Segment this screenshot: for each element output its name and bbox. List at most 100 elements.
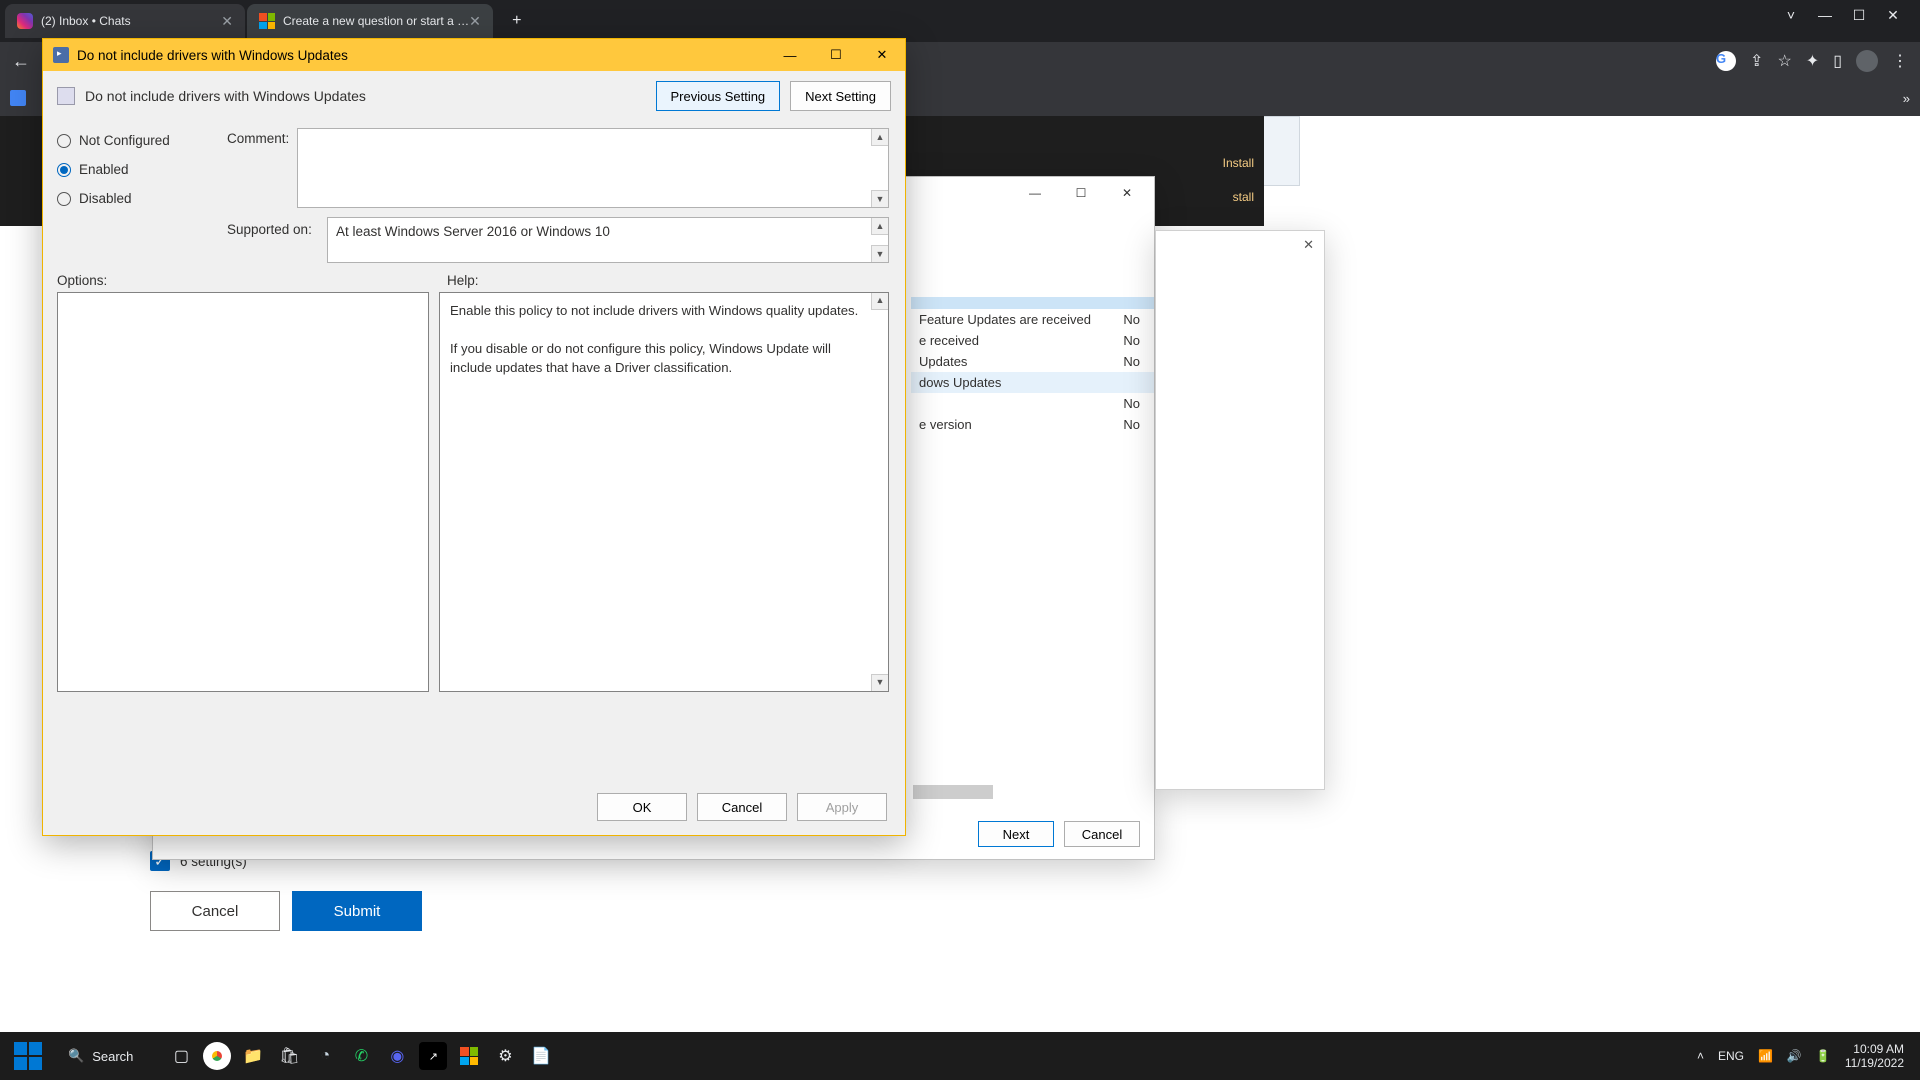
maximize-icon[interactable]: ☐ <box>1852 8 1866 22</box>
radio-not-configured[interactable]: Not Configured <box>57 133 217 148</box>
scroll-up-icon[interactable]: ▲ <box>871 293 888 310</box>
close-icon[interactable]: ✕ <box>1303 237 1314 253</box>
tab-title: (2) Inbox • Chats <box>41 14 131 28</box>
close-icon[interactable]: ✕ <box>1104 179 1150 207</box>
discord-icon[interactable]: ◉ <box>383 1042 411 1070</box>
search-icon: 🔍 <box>68 1048 84 1064</box>
back-button[interactable]: ← <box>12 51 40 72</box>
microsoft-icon <box>259 13 275 29</box>
google-account-icon[interactable]: G <box>1716 51 1736 71</box>
supported-on-label: Supported on: <box>227 218 312 237</box>
taskbar: 🔍 Search ▢ 📁 🛍 ◔ ✆ ◉ ↗ ⚙ 📄 ˄ ENG <box>0 1032 1920 1080</box>
maximize-icon[interactable]: ☐ <box>813 39 859 71</box>
tab-close-icon[interactable]: ✕ <box>469 13 481 30</box>
policy-dialog-title: Do not include drivers with Windows Upda… <box>77 48 348 63</box>
battery-icon[interactable]: 🔋 <box>1816 1049 1831 1063</box>
extensions-icon[interactable]: ✦ <box>1806 51 1819 71</box>
radio-label: Not Configured <box>79 133 170 148</box>
taskbar-search[interactable]: 🔍 Search <box>56 1044 145 1068</box>
policy-row[interactable]: UpdatesNo <box>911 351 1154 372</box>
radio-label: Enabled <box>79 162 129 177</box>
scroll-up-icon[interactable]: ▲ <box>871 129 888 146</box>
minimize-icon[interactable]: — <box>767 39 813 71</box>
radio-label: Disabled <box>79 191 132 206</box>
bookmark-icon <box>10 90 26 106</box>
scrollbar-thumb[interactable] <box>913 785 993 799</box>
file-explorer-icon[interactable]: 📁 <box>239 1042 267 1070</box>
policy-row[interactable]: Feature Updates are receivedNo <box>911 309 1154 330</box>
amd-icon[interactable]: ↗ <box>419 1042 447 1070</box>
radio-icon <box>57 134 71 148</box>
whatsapp-icon[interactable]: ✆ <box>347 1042 375 1070</box>
wifi-icon[interactable]: 📶 <box>1758 1049 1773 1063</box>
microsoft-icon[interactable] <box>455 1042 483 1070</box>
scroll-down-icon[interactable]: ▼ <box>871 674 888 691</box>
chevron-down-icon[interactable]: ˅ <box>1784 8 1798 22</box>
page-cancel-button[interactable]: Cancel <box>150 891 280 931</box>
mmc-next-button[interactable]: Next <box>978 821 1054 847</box>
clock-time: 10:09 AM <box>1845 1042 1904 1056</box>
profile-avatar-icon[interactable] <box>1856 50 1878 72</box>
language-indicator[interactable]: ENG <box>1718 1049 1744 1063</box>
policy-dialog: Do not include drivers with Windows Upda… <box>42 38 906 836</box>
notepad-icon[interactable]: 📄 <box>527 1042 555 1070</box>
comment-label: Comment: <box>227 127 289 146</box>
next-setting-button[interactable]: Next Setting <box>790 81 891 111</box>
chrome-icon[interactable] <box>203 1042 231 1070</box>
policy-row[interactable]: No <box>911 393 1154 414</box>
policy-row[interactable]: e versionNo <box>911 414 1154 435</box>
scroll-down-icon[interactable]: ▼ <box>871 245 888 262</box>
scroll-up-icon[interactable]: ▲ <box>871 218 888 235</box>
close-icon[interactable]: ✕ <box>859 39 905 71</box>
close-icon[interactable]: ✕ <box>1886 8 1900 22</box>
help-pane: Enable this policy to not include driver… <box>439 292 889 692</box>
column-header[interactable] <box>911 297 1154 309</box>
bookmarks-overflow-icon[interactable]: » <box>1903 91 1910 106</box>
policy-row[interactable]: e receivedNo <box>911 330 1154 351</box>
browser-tab[interactable]: Create a new question or start a … ✕ <box>247 4 493 38</box>
ok-button[interactable]: OK <box>597 793 687 821</box>
new-tab-button[interactable]: + <box>503 7 531 35</box>
radio-icon <box>57 163 71 177</box>
ms-store-icon[interactable]: 🛍 <box>275 1042 303 1070</box>
steam-icon[interactable]: ◔ <box>311 1042 339 1070</box>
radio-enabled[interactable]: Enabled <box>57 162 217 177</box>
policy-dialog-titlebar[interactable]: Do not include drivers with Windows Upda… <box>43 39 905 71</box>
minimize-icon[interactable]: — <box>1818 8 1832 22</box>
minimize-icon[interactable]: — <box>1012 179 1058 207</box>
menu-icon[interactable]: ⋮ <box>1892 51 1908 71</box>
options-pane[interactable] <box>57 292 429 692</box>
radio-disabled[interactable]: Disabled <box>57 191 217 206</box>
policy-row-selected[interactable]: dows Updates <box>911 372 1154 393</box>
bookmark-star-icon[interactable]: ☆ <box>1777 51 1791 71</box>
bookmark-item[interactable] <box>10 90 26 106</box>
volume-icon[interactable]: 🔊 <box>1787 1049 1802 1063</box>
task-view-icon[interactable]: ▢ <box>167 1042 195 1070</box>
install-link[interactable]: stall <box>1233 190 1254 204</box>
start-button[interactable] <box>14 1042 42 1070</box>
options-label: Options: <box>57 273 447 288</box>
comment-textarea[interactable]: ▲ ▼ <box>297 128 889 208</box>
side-panel-icon[interactable]: ▯ <box>1833 51 1842 71</box>
maximize-icon[interactable]: ☐ <box>1058 179 1104 207</box>
scroll-down-icon[interactable]: ▼ <box>871 190 888 207</box>
apply-button[interactable]: Apply <box>797 793 887 821</box>
settings-icon[interactable]: ⚙ <box>491 1042 519 1070</box>
share-icon[interactable]: ⇪ <box>1750 51 1763 71</box>
instagram-icon <box>17 13 33 29</box>
install-link[interactable]: Install <box>1223 156 1254 170</box>
help-paragraph: If you disable or do not configure this … <box>450 339 866 377</box>
cancel-button[interactable]: Cancel <box>697 793 787 821</box>
radio-icon <box>57 192 71 206</box>
clock-date: 11/19/2022 <box>1845 1056 1904 1070</box>
supported-on-text: At least Windows Server 2016 or Windows … <box>328 218 888 245</box>
tab-close-icon[interactable]: ✕ <box>221 13 233 30</box>
help-paragraph: Enable this policy to not include driver… <box>450 301 866 320</box>
tray-chevron-icon[interactable]: ˄ <box>1697 1049 1704 1063</box>
page-submit-button[interactable]: Submit <box>292 891 422 931</box>
search-label: Search <box>92 1049 133 1064</box>
taskbar-clock[interactable]: 10:09 AM 11/19/2022 <box>1845 1042 1904 1071</box>
browser-tab[interactable]: (2) Inbox • Chats ✕ <box>5 4 245 38</box>
previous-setting-button[interactable]: Previous Setting <box>656 81 781 111</box>
mmc-cancel-button[interactable]: Cancel <box>1064 821 1140 847</box>
